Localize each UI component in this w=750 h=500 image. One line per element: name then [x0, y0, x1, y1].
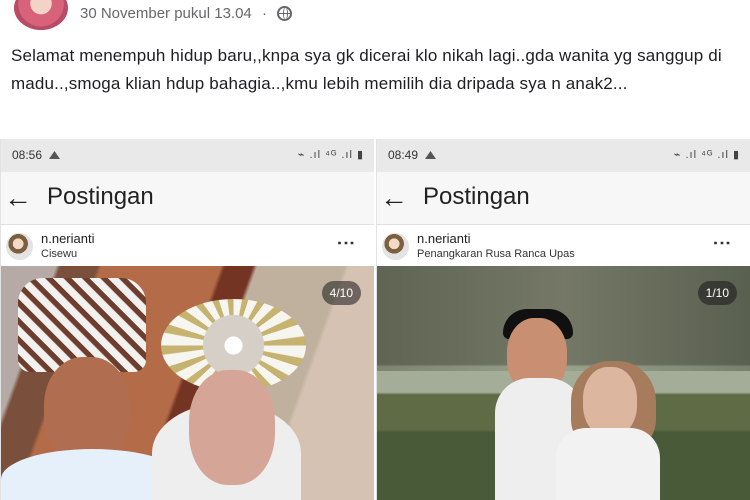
more-options-icon[interactable]: ⋮ — [335, 234, 357, 252]
status-icons: ⌁ .ıl ⁴ᴳ .ıl ▮ — [673, 149, 740, 161]
phone-status-bar: 08:49 ⌁ .ıl ⁴ᴳ .ıl ▮ — [377, 139, 750, 172]
globe-icon — [277, 6, 293, 21]
profile-avatar[interactable] — [14, 0, 68, 30]
back-arrow-icon[interactable]: ← — [4, 182, 32, 214]
bride-outfit — [556, 428, 660, 500]
more-options-icon[interactable]: ⋮ — [711, 234, 733, 252]
phone-status-bar: 08:56 ⌁ .ıl ⁴ᴳ .ıl ▮ — [1, 139, 374, 172]
photo-count-badge: 1/10 — [697, 281, 737, 305]
post-meta: 30 November pukul 13.04 · — [80, 5, 293, 22]
post-navigation: ← Postingan — [377, 172, 750, 225]
instagram-screenshot-left: 08:56 ⌁ .ıl ⁴ᴳ .ıl ▮ ← Postingan n.neria… — [0, 139, 374, 500]
photo-count-badge: 4/10 — [321, 281, 361, 305]
groom-face — [44, 357, 130, 464]
post-caption: Selamat menempuh hidup baru,,knpa sya gk… — [11, 46, 722, 93]
wedding-photo[interactable]: 4/10 — [1, 266, 374, 500]
profile-avatar[interactable] — [6, 233, 33, 260]
location[interactable]: Penangkaran Rusa Ranca Upas — [417, 248, 575, 260]
location[interactable]: Cisewu — [41, 248, 77, 260]
post-timestamp[interactable]: 30 November pukul 13.04 — [80, 5, 252, 22]
page-title: Postingan — [423, 183, 530, 210]
username[interactable]: n.nerianti — [417, 231, 470, 246]
status-time: 08:49 — [388, 148, 419, 162]
back-arrow-icon[interactable]: ← — [380, 182, 408, 214]
meta-separator: · — [261, 5, 267, 22]
status-icons: ⌁ .ıl ⁴ᴳ .ıl ▮ — [297, 149, 364, 161]
prewedding-photo[interactable]: 1/10 — [377, 266, 750, 500]
instagram-screenshot-right: 08:49 ⌁ .ıl ⁴ᴳ .ıl ▮ ← Postingan n.neria… — [376, 139, 750, 500]
bride-face — [189, 370, 275, 485]
username[interactable]: n.nerianti — [41, 231, 94, 246]
profile-avatar[interactable] — [382, 233, 409, 260]
page-title: Postingan — [47, 183, 154, 210]
post-header: 30 November pukul 13.04 · — [0, 0, 750, 34]
image-icon — [49, 151, 60, 159]
bride-face — [583, 367, 637, 437]
image-icon — [425, 151, 436, 159]
post-profile-row: n.nerianti Penangkaran Rusa Ranca Upas ⋮ — [377, 225, 750, 267]
post-navigation: ← Postingan — [1, 172, 374, 225]
status-time: 08:56 — [12, 148, 43, 162]
post-profile-row: n.nerianti Cisewu ⋮ — [1, 225, 374, 267]
